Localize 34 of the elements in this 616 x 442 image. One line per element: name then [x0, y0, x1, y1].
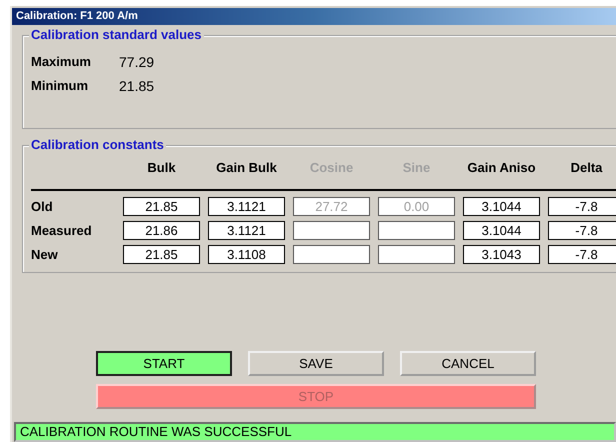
value-field[interactable]: 3.1108: [208, 245, 285, 264]
group-title: Calibration standard values: [29, 27, 204, 42]
value-field[interactable]: 3.1121: [208, 197, 285, 216]
value-label: Maximum: [31, 54, 92, 70]
value-field[interactable]: [378, 245, 455, 264]
value-label: Minimum: [31, 78, 90, 94]
value-field[interactable]: -7.8: [548, 245, 616, 264]
window-title: Calibration: F1 200 A/m: [12, 8, 616, 25]
value-field[interactable]: 21.86: [123, 221, 200, 240]
value-field[interactable]: 3.1043: [463, 245, 540, 264]
value-field[interactable]: [293, 221, 370, 240]
status-bar: CALIBRATION ROUTINE WAS SUCCESSFUL: [14, 422, 616, 442]
start-button[interactable]: START: [96, 351, 232, 376]
row-label: Measured: [31, 223, 93, 238]
column-header: Bulk: [146, 160, 177, 177]
action-button[interactable]: CANCEL: [400, 351, 536, 376]
value-field[interactable]: [378, 221, 455, 240]
value-field[interactable]: 3.1121: [208, 221, 285, 240]
value-field[interactable]: 21.85: [123, 197, 200, 216]
value-field[interactable]: -7.8: [548, 221, 616, 240]
value-field[interactable]: 21.85: [123, 245, 200, 264]
value-text: 21.85: [119, 78, 156, 94]
group-title: Calibration constants: [29, 137, 166, 152]
value-field[interactable]: 3.1044: [463, 221, 540, 240]
column-header: Gain Aniso: [466, 160, 537, 177]
value-field[interactable]: 3.1044: [463, 197, 540, 216]
value-text: 77.29: [119, 54, 156, 70]
column-header: Delta: [570, 160, 604, 177]
row-label: Old: [31, 199, 54, 214]
value-field[interactable]: [293, 245, 370, 264]
action-button[interactable]: SAVE: [248, 351, 384, 376]
row-label: New: [31, 247, 59, 262]
value-field[interactable]: -7.8: [548, 197, 616, 216]
column-header: Gain Bulk: [215, 160, 278, 177]
